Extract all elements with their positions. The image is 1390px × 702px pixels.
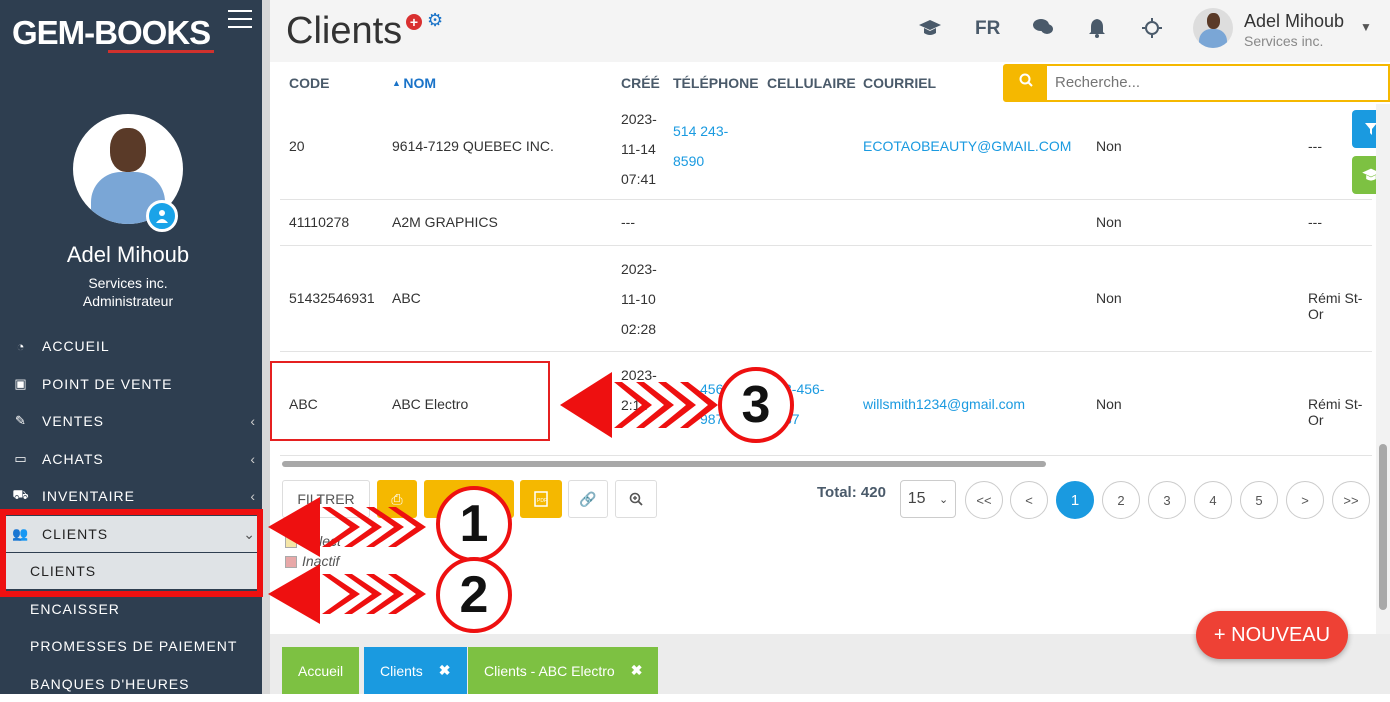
arrow-1-head [268,497,320,557]
annotation-number-2: 2 [436,557,512,633]
arrow-3-head [560,372,612,438]
annotation-number-1: 1 [436,486,512,562]
annotation-number-3: 3 [718,367,794,443]
annotation-arrows [268,372,718,624]
arrow-2-head [268,564,320,624]
